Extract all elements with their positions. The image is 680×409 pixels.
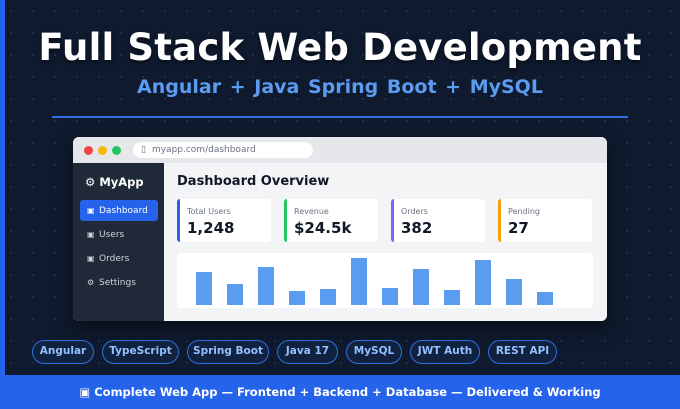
chart-bar	[227, 284, 243, 305]
minimize-dot-icon	[98, 146, 107, 155]
browser-toolbar: ▯ myapp.com/dashboard	[73, 137, 607, 163]
lock-icon: ▯	[141, 145, 146, 155]
chart-bar	[475, 260, 491, 305]
chart-bar	[320, 289, 336, 305]
close-dot-icon	[84, 146, 93, 155]
stat-label: Orders	[401, 207, 428, 216]
stat-value: $24.5k	[294, 219, 352, 237]
gear-icon: ⚙	[87, 278, 95, 287]
sidebar-item-label: Orders	[99, 254, 130, 264]
chart-bar	[351, 258, 367, 305]
dashboard-main: Dashboard Overview Total Users 1,248 Rev…	[164, 163, 607, 321]
stat-card-orders: Orders 382	[391, 199, 485, 242]
page-title: Dashboard Overview	[177, 174, 330, 189]
chart-bar	[444, 290, 460, 305]
app-sidebar: ⚙ MyApp ▣ Dashboard ▣ Users ▣ Orders ⚙ Setti…	[73, 163, 164, 321]
tag-spring-boot: Spring Boot	[187, 340, 269, 364]
chart-bar	[258, 267, 274, 305]
sidebar-item-orders[interactable]: ▣ Orders	[80, 248, 158, 269]
chart-bar	[506, 279, 522, 305]
chart-bar	[289, 291, 305, 305]
tag-angular: Angular	[32, 340, 94, 364]
stat-card-pending: Pending 27	[498, 199, 592, 242]
hero-subtitle: Angular + Java Spring Boot + MySQL	[137, 76, 543, 98]
tag-rest-api: REST API	[488, 340, 557, 364]
chart-bar	[537, 292, 553, 305]
address-bar[interactable]: ▯ myapp.com/dashboard	[133, 142, 313, 158]
stat-value: 27	[508, 219, 529, 237]
tag-mysql: MySQL	[346, 340, 402, 364]
divider	[52, 116, 628, 118]
sidebar-item-users[interactable]: ▣ Users	[80, 224, 158, 245]
users-icon: ▣	[87, 230, 95, 239]
stat-card-revenue: Revenue $24.5k	[284, 199, 378, 242]
dashboard-icon: ▣	[87, 206, 95, 215]
stat-value: 1,248	[187, 219, 235, 237]
chart-bar	[196, 272, 212, 305]
sidebar-item-label: Settings	[99, 278, 136, 288]
sidebar-item-settings[interactable]: ⚙ Settings	[80, 272, 158, 293]
chart-bar	[382, 288, 398, 305]
chart-bar	[413, 269, 429, 305]
stat-label: Total Users	[187, 207, 231, 216]
stat-card-total-users: Total Users 1,248	[177, 199, 271, 242]
maximize-dot-icon	[112, 146, 121, 155]
sidebar-item-label: Dashboard	[99, 206, 148, 216]
stat-label: Pending	[508, 207, 540, 216]
browser-mockup: ▯ myapp.com/dashboard ⚙ MyApp ▣ Dashboard …	[73, 137, 607, 321]
sidebar-item-label: Users	[99, 230, 125, 240]
tag-java-17: Java 17	[277, 340, 338, 364]
footer-banner: ▣ Complete Web App — Frontend + Backend …	[0, 375, 680, 409]
stat-value: 382	[401, 219, 433, 237]
bar-chart-panel	[177, 253, 593, 308]
address-bar-url: myapp.com/dashboard	[151, 145, 256, 155]
orders-icon: ▣	[87, 254, 95, 263]
tag-typescript: TypeScript	[102, 340, 179, 364]
hero-title: Full Stack Web Development	[38, 26, 642, 69]
sidebar-item-dashboard[interactable]: ▣ Dashboard	[80, 200, 158, 221]
app-brand: ⚙ MyApp	[85, 175, 144, 189]
tag-jwt-auth: JWT Auth	[410, 340, 480, 364]
stat-label: Revenue	[294, 207, 329, 216]
